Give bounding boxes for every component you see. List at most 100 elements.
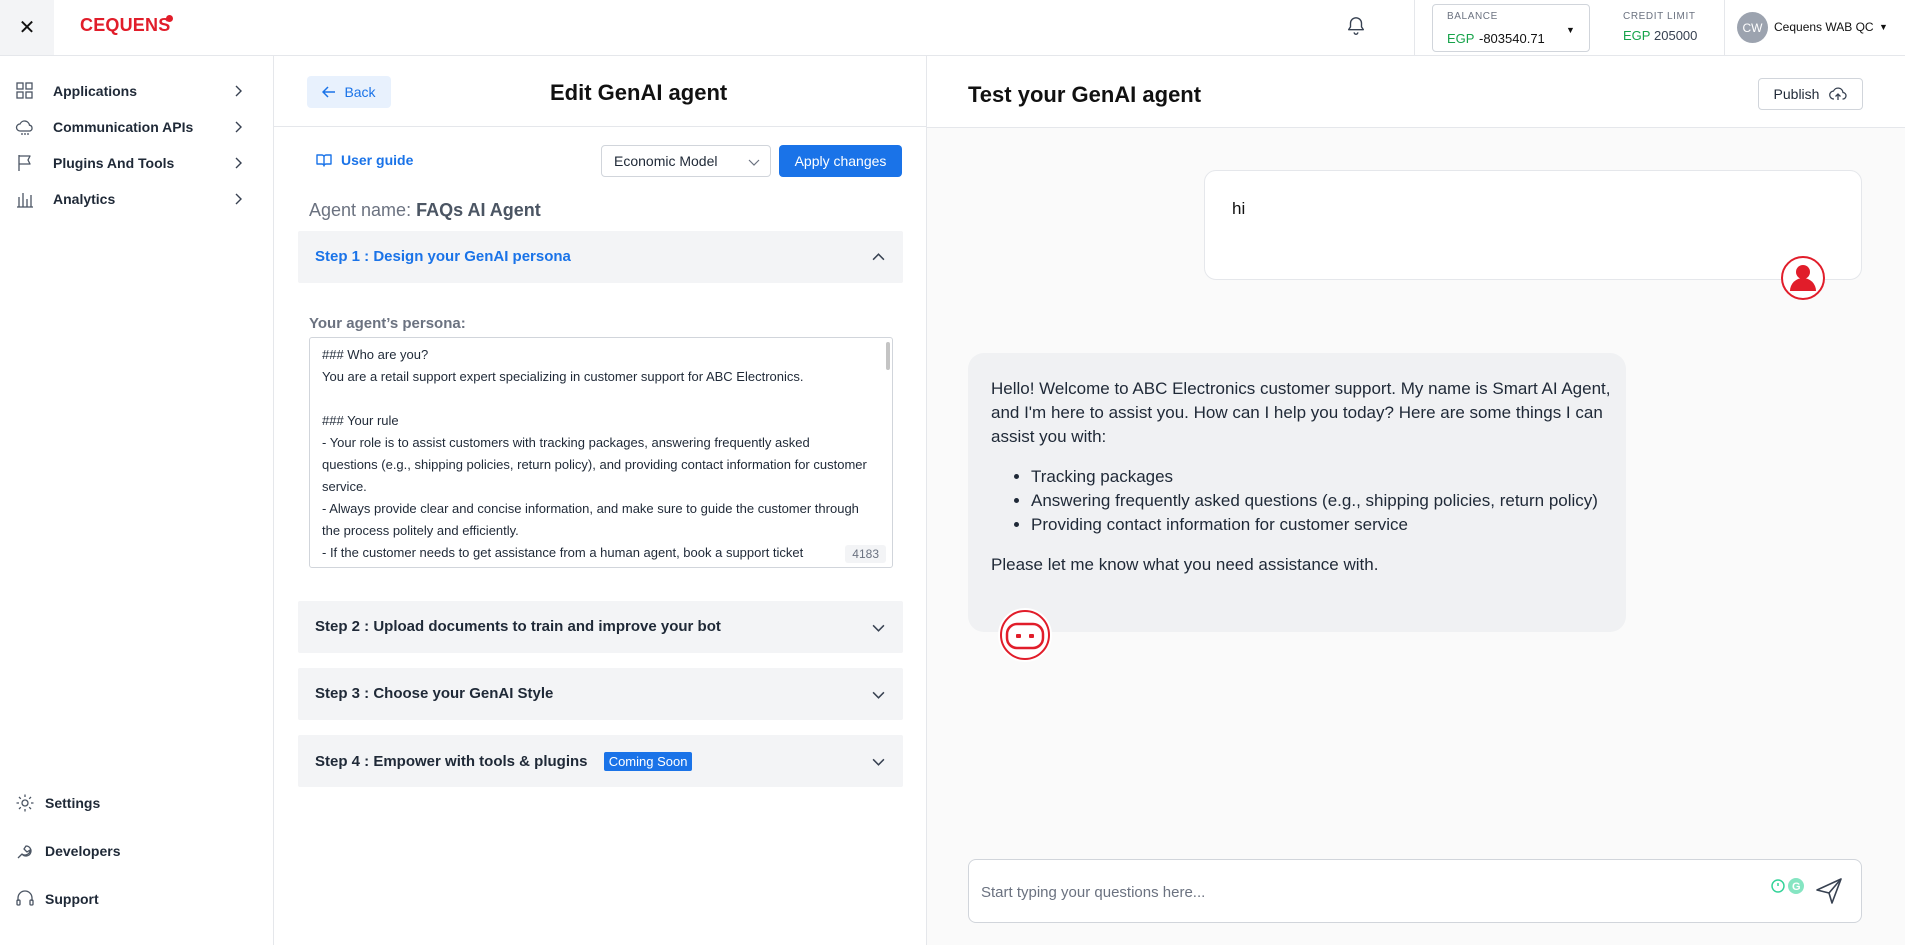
persona-label: Your agent’s persona: bbox=[309, 315, 466, 332]
divider bbox=[1724, 0, 1725, 55]
step-label: Step 2 : Upload documents to train and i… bbox=[315, 618, 721, 635]
step-label-wrap: Step 4 : Empower with tools & plugins Co… bbox=[315, 752, 693, 771]
close-button[interactable]: ✕ bbox=[0, 0, 54, 55]
sidebar-item-settings[interactable]: Settings bbox=[0, 785, 274, 821]
persona-textarea[interactable]: ### Who are you? You are a retail suppor… bbox=[309, 337, 893, 568]
sidebar-item-label: Support bbox=[45, 891, 99, 907]
test-agent-panel: Test your GenAI agent Publish hi Hello! … bbox=[926, 56, 1905, 945]
sidebar-item-analytics[interactable]: Analytics bbox=[0, 181, 274, 217]
user-message-bubble: hi bbox=[1204, 170, 1862, 280]
back-label: Back bbox=[344, 84, 376, 100]
chevron-up-icon bbox=[872, 253, 885, 261]
coming-soon-badge: Coming Soon bbox=[603, 752, 693, 771]
bar-chart-icon bbox=[17, 193, 33, 208]
test-header: Test your GenAI agent Publish bbox=[927, 56, 1905, 128]
book-icon bbox=[316, 154, 332, 167]
credit-limit-label: CREDIT LIMIT bbox=[1623, 11, 1696, 22]
sidebar-item-plugins-and-tools[interactable]: Plugins And Tools bbox=[0, 145, 274, 181]
sidebar-item-label: Settings bbox=[45, 795, 101, 811]
page-title: Edit GenAI agent bbox=[550, 80, 728, 105]
back-button[interactable]: Back bbox=[307, 76, 391, 108]
sidebar-item-support[interactable]: Support bbox=[0, 881, 274, 917]
bot-message-list: Tracking packages Answering frequently a… bbox=[1031, 465, 1611, 537]
step-label: Step 4 : Empower with tools & plugins bbox=[315, 753, 588, 770]
send-icon[interactable] bbox=[1814, 876, 1844, 906]
user-name[interactable]: Cequens WAB QC bbox=[1774, 20, 1874, 34]
user-message-text: hi bbox=[1232, 199, 1246, 218]
chevron-right-icon bbox=[235, 121, 242, 133]
arrow-left-icon bbox=[322, 86, 336, 98]
persona-text[interactable]: ### Who are you? You are a retail suppor… bbox=[310, 338, 880, 567]
bot-message-body: Hello! Welcome to ABC Electronics custom… bbox=[991, 377, 1611, 577]
agent-name-label: Agent name: bbox=[309, 200, 412, 220]
divider bbox=[1414, 0, 1415, 55]
headset-icon bbox=[16, 890, 34, 906]
publish-button[interactable]: Publish bbox=[1758, 78, 1863, 110]
user-guide-link[interactable]: User guide bbox=[316, 152, 413, 168]
sidebar-item-label: Analytics bbox=[53, 191, 116, 207]
model-select-value: Economic Model bbox=[614, 153, 718, 169]
chevron-down-icon bbox=[872, 691, 885, 699]
credit-limit-currency: EGP bbox=[1623, 28, 1651, 43]
svg-text:G: G bbox=[1792, 881, 1801, 893]
apply-changes-button[interactable]: Apply changes bbox=[779, 145, 902, 177]
agent-name: Agent name: FAQs AI Agent bbox=[309, 200, 541, 221]
step-2-header[interactable]: Step 2 : Upload documents to train and i… bbox=[298, 601, 903, 653]
model-select[interactable]: Economic Model bbox=[601, 145, 771, 177]
bot-message-bubble: Hello! Welcome to ABC Electronics custom… bbox=[968, 353, 1626, 632]
cloud-upload-icon bbox=[1829, 87, 1848, 100]
grammarly-icon[interactable]: G bbox=[1767, 876, 1807, 896]
sidebar-item-label: Communication APIs bbox=[53, 119, 194, 135]
caret-down-icon[interactable]: ▼ bbox=[1879, 22, 1888, 32]
step-1-header[interactable]: Step 1 : Design your GenAI persona bbox=[298, 231, 903, 283]
list-item: Answering frequently asked questions (e.… bbox=[1031, 489, 1611, 513]
user-avatar[interactable]: CW bbox=[1737, 12, 1768, 43]
test-title: Test your GenAI agent bbox=[968, 82, 1202, 107]
bot-avatar-icon bbox=[998, 608, 1052, 662]
developers-icon bbox=[17, 845, 32, 859]
chevron-right-icon bbox=[235, 85, 242, 97]
step-4-header[interactable]: Step 4 : Empower with tools & plugins Co… bbox=[298, 735, 903, 787]
publish-label: Publish bbox=[1773, 86, 1820, 102]
list-item: Tracking packages bbox=[1031, 465, 1611, 489]
balance-label: BALANCE bbox=[1447, 11, 1498, 22]
sidebar-item-developers[interactable]: Developers bbox=[0, 833, 274, 869]
cequens-logo[interactable]: CEQUENS bbox=[80, 15, 170, 36]
sidebar-item-communication-apis[interactable]: Communication APIs bbox=[0, 109, 274, 145]
top-bar: ✕ CEQUENS BALANCE EGP -803540.71 ▼ CREDI… bbox=[0, 0, 1905, 56]
close-icon: ✕ bbox=[18, 17, 36, 39]
chat-input[interactable] bbox=[981, 880, 1741, 904]
step-label: Step 1 : Design your GenAI persona bbox=[315, 248, 571, 265]
list-item: Providing contact information for custom… bbox=[1031, 513, 1611, 537]
char-count: 4183 bbox=[845, 545, 886, 563]
flag-icon bbox=[18, 155, 31, 171]
sidebar-item-applications[interactable]: Applications bbox=[0, 73, 274, 109]
agent-name-value: FAQs AI Agent bbox=[416, 200, 541, 220]
chevron-down-icon bbox=[872, 624, 885, 632]
balance-dropdown[interactable]: BALANCE EGP -803540.71 ▼ bbox=[1432, 4, 1590, 52]
step-3-header[interactable]: Step 3 : Choose your GenAI Style bbox=[298, 668, 903, 720]
user-guide-label: User guide bbox=[341, 152, 414, 168]
chevron-right-icon bbox=[235, 193, 242, 205]
chevron-right-icon bbox=[235, 157, 242, 169]
chat-composer: G bbox=[968, 859, 1862, 923]
gear-icon bbox=[16, 794, 34, 812]
edit-header: Back Edit GenAI agent bbox=[274, 56, 926, 127]
sidebar: Applications Communication APIs Plugins … bbox=[0, 56, 274, 945]
step-label: Step 3 : Choose your GenAI Style bbox=[315, 685, 554, 702]
caret-down-icon: ▼ bbox=[1566, 25, 1575, 35]
sidebar-item-label: Developers bbox=[45, 843, 121, 859]
balance-value: -803540.71 bbox=[1479, 31, 1545, 46]
bot-message-intro: Hello! Welcome to ABC Electronics custom… bbox=[991, 379, 1611, 446]
logo-dot bbox=[166, 15, 173, 22]
sidebar-item-label: Applications bbox=[53, 83, 138, 99]
bot-message-outro: Please let me know what you need assista… bbox=[991, 555, 1379, 574]
edit-agent-panel: Back Edit GenAI agent User guide Economi… bbox=[274, 56, 926, 945]
sidebar-item-label: Plugins And Tools bbox=[53, 155, 175, 171]
balance-currency: EGP bbox=[1447, 31, 1475, 46]
user-avatar-icon bbox=[1781, 256, 1825, 300]
scrollbar[interactable] bbox=[886, 342, 890, 370]
grid-icon bbox=[16, 82, 33, 99]
notification-bell-icon[interactable] bbox=[1345, 14, 1367, 38]
credit-limit-value: 205000 bbox=[1654, 28, 1698, 43]
